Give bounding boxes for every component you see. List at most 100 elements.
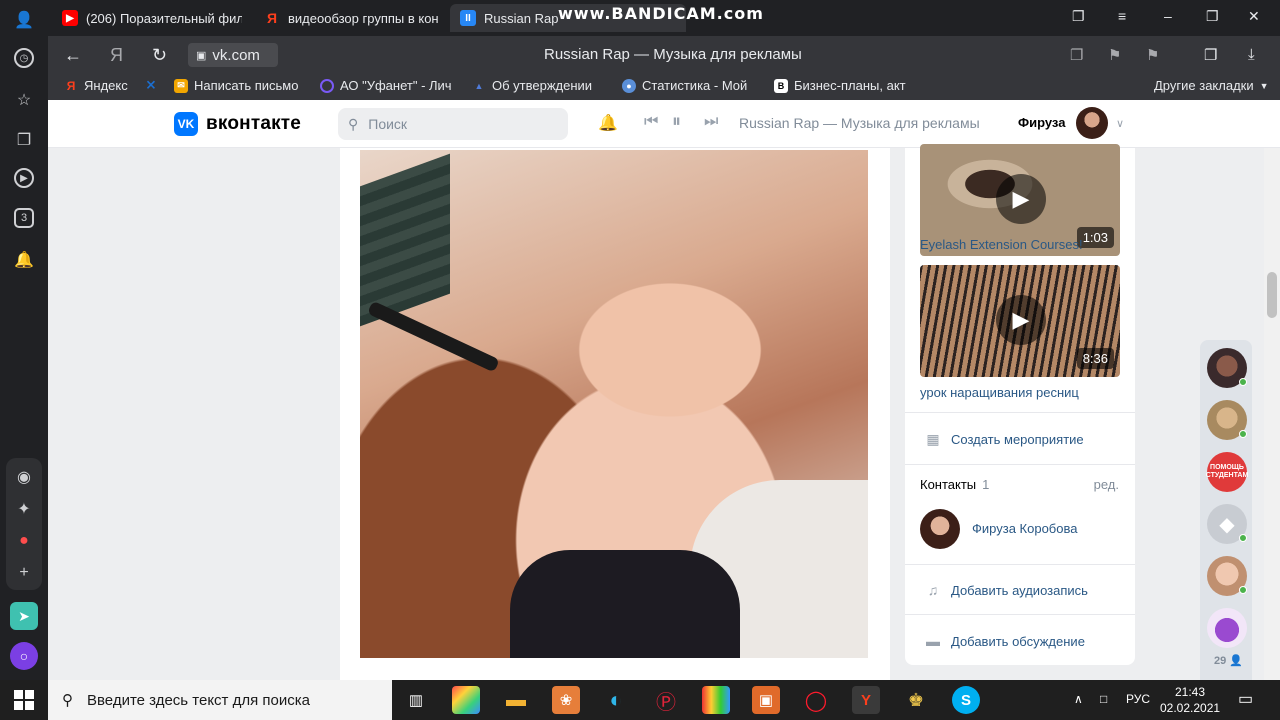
bookmarks-bar: Я Яндекс ⨯ ✉ Написать письмо АО "Уфанет"… [48, 74, 1280, 100]
tab-yandex[interactable]: Я видеообзор группы в кон [254, 4, 440, 32]
opera-icon[interactable]: ◯ [802, 686, 830, 714]
history-icon[interactable]: ◷ [14, 48, 34, 68]
add-discussion-label: Добавить обсуждение [951, 633, 1085, 649]
youtube-icon: ▶ [62, 10, 78, 26]
page-scrollbar[interactable] [1264, 148, 1280, 680]
alice-icon[interactable]: ○ [10, 642, 38, 670]
game-icon[interactable]: ♚ [902, 686, 930, 714]
now-playing-track[interactable]: Russian Rap — Музыка для рекламы [739, 115, 980, 131]
chat-avatar[interactable] [1207, 348, 1247, 388]
map-pin-icon[interactable]: ● [12, 529, 36, 553]
previous-track-icon[interactable]: ⏮ [644, 113, 658, 131]
windows-start-icon[interactable] [14, 690, 34, 710]
bookmark-item[interactable]: ▲ Об утверждении [472, 78, 593, 93]
taskbar-clock[interactable]: 21:43 02.02.2021 [1160, 684, 1220, 716]
other-bookmarks[interactable]: Другие закладки ▼ [1154, 78, 1269, 93]
bookmark-item[interactable]: ✉ Написать письмо [174, 78, 298, 93]
back-icon[interactable]: ← [64, 45, 82, 66]
bookmark-item[interactable]: ● Статистика - Мой [622, 78, 747, 93]
video-title[interactable]: урок наращивания ресниц [920, 385, 1079, 400]
yandex-browser-icon[interactable]: Y [852, 686, 880, 714]
bookmark-label: Об утверждении [492, 78, 593, 93]
chat-avatar[interactable] [1207, 556, 1247, 596]
tabs-collection-icon[interactable]: ❐ [1070, 46, 1083, 64]
sparkle-icon[interactable]: ✦ [12, 497, 36, 521]
play-icon: ▶ [996, 295, 1046, 345]
bookmark-item[interactable]: Я Яндекс [64, 78, 128, 93]
close-icon[interactable]: ✕ [1248, 8, 1260, 25]
bookmark-item[interactable]: B Бизнес-планы, акт [774, 78, 906, 93]
file-explorer-icon[interactable]: ▬ [502, 686, 530, 714]
user-name[interactable]: Фируза [1018, 115, 1065, 130]
tab-label: Russian Rap [484, 10, 559, 26]
edge-icon[interactable]: ◐ [602, 686, 630, 714]
network-icon[interactable]: □ [1100, 692, 1107, 706]
chat-avatar[interactable]: ПОМОЩЬ СТУДЕНТАМ [1206, 452, 1248, 492]
pause-icon[interactable]: ⏸ [672, 111, 681, 132]
next-track-icon[interactable]: ⏭ [704, 113, 718, 131]
user-avatar[interactable] [1076, 107, 1108, 139]
post-photo[interactable] [360, 150, 868, 658]
contacts-heading[interactable]: Контакты 1 [920, 477, 989, 492]
chat-avatar[interactable] [1207, 608, 1247, 648]
media-play-icon[interactable]: ▶ [14, 168, 34, 188]
profile-icon[interactable]: 👤 [12, 8, 36, 32]
yandex-home-icon[interactable]: Я [110, 45, 123, 66]
extension-icon[interactable]: ⚑ [1108, 46, 1121, 64]
chat-avatar[interactable] [1207, 400, 1247, 440]
bookmark-label: Написать письмо [194, 78, 299, 93]
notifications-bell-icon[interactable]: 🔔 [598, 113, 618, 133]
vk-logo-text: вконтакте [206, 113, 302, 134]
bookmark-item[interactable]: АО "Уфанет" - Лич [320, 78, 452, 93]
app-icon[interactable]: ▣ [752, 686, 780, 714]
post-card [340, 148, 890, 680]
app-icon[interactable] [702, 686, 730, 714]
chats-panel: ПОМОЩЬ СТУДЕНТАМ ◆ 29 👤 [1200, 340, 1252, 680]
star-icon[interactable]: ☆ [12, 88, 36, 112]
bookmark-label: Статистика - Мой [642, 78, 748, 93]
language-indicator[interactable]: РУС [1126, 692, 1150, 706]
restore-icon[interactable]: ❐ [1206, 8, 1219, 25]
url-field[interactable]: ▣ vk.com [188, 43, 278, 67]
add-app-icon[interactable]: + [12, 561, 36, 585]
bookmark-icon[interactable]: ⚑ [1146, 46, 1159, 64]
reload-icon[interactable]: ↻ [152, 45, 167, 66]
create-event-link[interactable]: ▦ Создать мероприятие [925, 431, 1083, 447]
add-discussion-link[interactable]: ▬ Добавить обсуждение [925, 633, 1085, 649]
edit-contacts-link[interactable]: ред. [1094, 477, 1119, 492]
bell-icon[interactable]: 🔔 [12, 248, 36, 272]
messenger-app-icon[interactable]: ➤ [10, 602, 38, 630]
add-audio-link[interactable]: ♫ Добавить аудиозапись [925, 582, 1088, 598]
app-icon[interactable]: ❀ [552, 686, 580, 714]
video-thumbnail[interactable]: ▶ 8:36 [920, 265, 1120, 377]
search-input[interactable]: ⚲ Поиск [338, 108, 568, 140]
skype-icon[interactable]: S [952, 686, 980, 714]
tray-chevron-up-icon[interactable]: ∧ [1074, 692, 1083, 706]
contact-name[interactable]: Фируза Коробова [972, 521, 1077, 536]
chevron-down-icon[interactable]: ∨ [1116, 117, 1124, 130]
video-title[interactable]: Eyelash Extension Courses! [920, 237, 1083, 252]
bookmark-item[interactable]: ⨯ [144, 77, 158, 92]
minimize-icon[interactable]: – [1164, 8, 1172, 24]
task-view-icon[interactable]: ▥ [402, 686, 430, 714]
photos-app-icon[interactable] [452, 686, 480, 714]
taskbar-search[interactable]: ⚲ Введите здесь текст для поиска [48, 680, 392, 720]
notifications-icon[interactable]: ▭ [1238, 689, 1253, 709]
more-chats-count[interactable]: 29 👤 [1214, 654, 1243, 667]
contacts-label: Контакты [920, 477, 977, 492]
contact-avatar[interactable] [920, 509, 960, 549]
address-bar: ← Я ↻ ▣ vk.com Russian Rap — Музыка для … [48, 36, 1280, 74]
alice-record-icon[interactable]: ◉ [12, 465, 36, 489]
collections-icon[interactable]: ❐ [12, 128, 36, 152]
collections-icon[interactable]: ❐ [1204, 46, 1217, 64]
scrollbar-thumb[interactable] [1267, 272, 1277, 318]
search-placeholder: Поиск [368, 116, 408, 132]
tab-youtube[interactable]: ▶ (206) Поразительный фил [52, 4, 242, 32]
bookmark-page-icon[interactable]: ❐ [1072, 8, 1085, 25]
pinterest-icon[interactable]: Ⓟ [652, 686, 680, 714]
menu-icon[interactable]: ≡ [1118, 8, 1126, 24]
chat-avatar[interactable]: ◆ [1207, 504, 1247, 544]
counter-icon[interactable]: 3 [14, 208, 34, 228]
vk-logo[interactable]: VK вконтакте [174, 112, 301, 136]
download-icon[interactable]: ⤓ [1248, 46, 1255, 63]
